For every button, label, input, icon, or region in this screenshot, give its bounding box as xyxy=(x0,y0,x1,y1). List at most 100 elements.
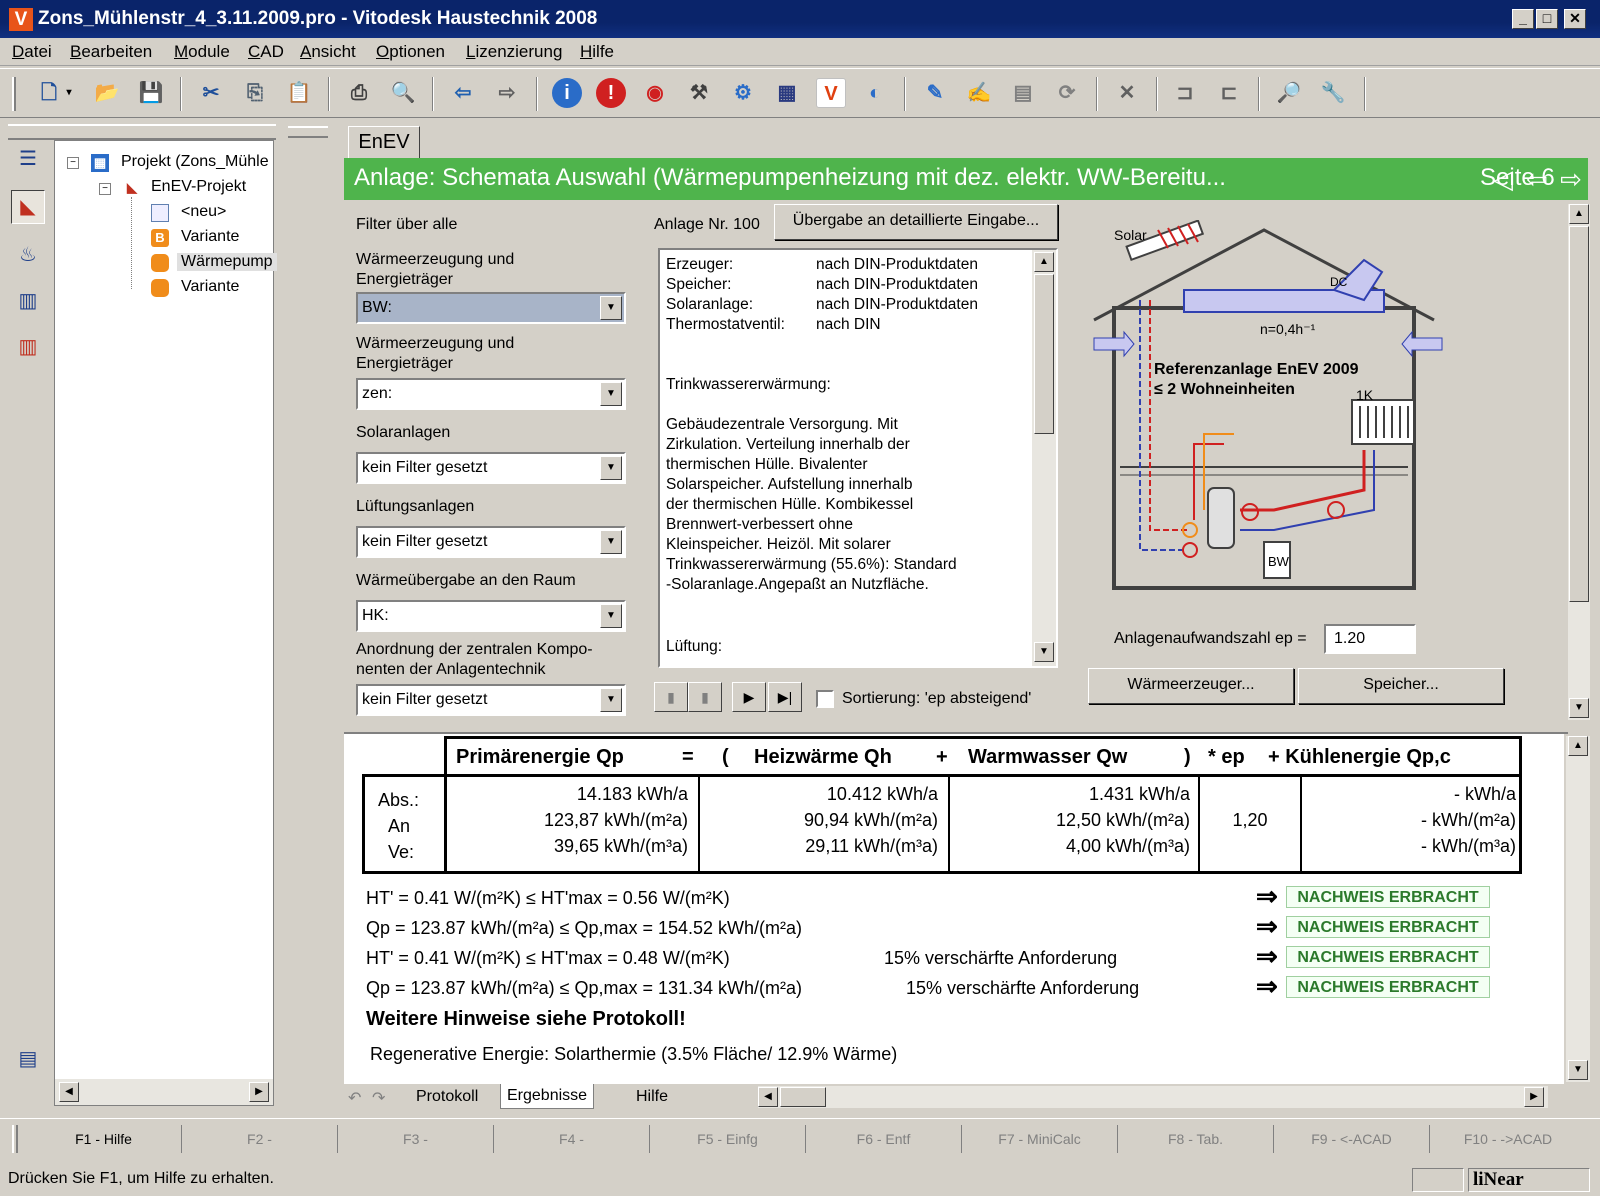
scroll-right-icon[interactable]: ▶ xyxy=(249,1082,269,1102)
layout-icon[interactable]: ⊐ xyxy=(1170,78,1200,108)
tree-item-waermepump[interactable]: Wärmepump xyxy=(177,253,277,271)
maximize-button[interactable]: □ xyxy=(1536,9,1558,29)
tree-item-variante-1[interactable]: Variante xyxy=(181,228,239,246)
speicher-button[interactable]: Speicher... xyxy=(1298,668,1504,704)
menu-bearbeiten[interactable]: Bearbeiten xyxy=(70,42,152,62)
import-icon[interactable]: ⇦ xyxy=(448,78,478,108)
fkey-f8[interactable]: F8 - Tab. xyxy=(1118,1125,1274,1153)
filter-combo-uebergabe[interactable]: HK: ▼ xyxy=(356,600,626,632)
wrench-icon[interactable]: 🔧 xyxy=(1318,78,1348,108)
tools-icon[interactable]: ⚒ xyxy=(684,78,714,108)
info-icon[interactable]: i xyxy=(552,78,582,108)
prev-page-icon[interactable]: ⇦ xyxy=(1522,164,1552,194)
fkey-f2[interactable]: F2 - xyxy=(182,1125,338,1153)
first-page-icon[interactable]: ◁ xyxy=(1488,164,1518,194)
undo-icon[interactable]: ↶ xyxy=(348,1088,361,1108)
scroll-up-icon[interactable]: ▲ xyxy=(1569,204,1589,224)
pane-splitter[interactable] xyxy=(284,124,336,1110)
chevron-down-icon[interactable]: ▼ xyxy=(600,296,622,320)
ep-value-field[interactable]: 1.20 xyxy=(1324,624,1416,654)
filter-combo-lueftung[interactable]: kein Filter gesetzt ▼ xyxy=(356,526,626,558)
project-tree[interactable]: − ▦ Projekt (Zons_Mühle − ◣ EnEV-Projekt… xyxy=(54,140,277,1106)
layout-alt-icon[interactable]: ⊏ xyxy=(1214,78,1244,108)
chevron-down-icon[interactable]: ▼ xyxy=(600,604,622,628)
filter-combo-2[interactable]: zen: ▼ xyxy=(356,378,626,410)
waermeerzeuger-button[interactable]: Wärmeerzeuger... xyxy=(1088,668,1294,704)
radiator-red-icon[interactable]: ▥ xyxy=(11,330,45,364)
scroll-right-icon[interactable]: ▶ xyxy=(1524,1087,1544,1107)
scroll-up-icon[interactable]: ▲ xyxy=(1568,736,1588,756)
tab-enev[interactable]: EnEV xyxy=(348,126,420,158)
info-v-scrollbar[interactable]: ▲ ▼ xyxy=(1032,250,1056,666)
nav-next-button[interactable]: ▶ xyxy=(732,682,766,712)
fkey-f1[interactable]: F1 - Hilfe xyxy=(26,1125,182,1153)
save-icon[interactable]: 💾 xyxy=(136,78,166,108)
tree-item-neu[interactable]: <neu> xyxy=(181,203,226,221)
lower-v-scrollbar[interactable]: ▲ ▼ xyxy=(1566,736,1590,1082)
menu-optionen[interactable]: Optionen xyxy=(376,42,445,62)
tree-enev-label[interactable]: EnEV-Projekt xyxy=(151,178,246,196)
edit-note-icon[interactable]: ✍ xyxy=(964,78,994,108)
scroll-up-icon[interactable]: ▲ xyxy=(1034,252,1054,272)
scroll-down-icon[interactable]: ▼ xyxy=(1569,698,1589,718)
globe-icon[interactable]: ◐ xyxy=(860,78,890,108)
print-preview-icon[interactable]: 🔍 xyxy=(388,78,418,108)
filter-combo-1[interactable]: BW: ▼ xyxy=(356,292,626,324)
menu-module[interactable]: Module xyxy=(174,42,230,62)
new-dropdown-icon[interactable]: ▾ xyxy=(62,78,76,108)
title-bar[interactable]: V Zons_Mühlenstr_4_3.11.2009.pro - Vitod… xyxy=(0,0,1600,38)
list-view-icon[interactable]: ☰ xyxy=(11,142,45,176)
bottom-h-scrollbar[interactable]: ◀ ▶ xyxy=(758,1086,1548,1108)
table-icon[interactable]: ▦ xyxy=(772,78,802,108)
menu-hilfe[interactable]: Hilfe xyxy=(580,42,614,62)
menu-datei[interactable]: Datei xyxy=(12,42,52,62)
vitodesk-logo-icon[interactable]: V xyxy=(816,78,846,108)
collapse-root-icon[interactable]: − xyxy=(67,157,79,169)
cut-icon[interactable]: ✂ xyxy=(196,78,226,108)
edit-pen-icon[interactable]: ✎ xyxy=(920,78,950,108)
fkey-f4[interactable]: F4 - xyxy=(494,1125,650,1153)
collapse-enev-icon[interactable]: − xyxy=(99,183,111,195)
scroll-left-icon[interactable]: ◀ xyxy=(59,1082,79,1102)
scroll-down-icon[interactable]: ▼ xyxy=(1568,1060,1588,1080)
sort-checkbox[interactable] xyxy=(816,690,834,708)
tree-item-variante-2[interactable]: Variante xyxy=(181,278,239,296)
menu-ansicht[interactable]: Ansicht xyxy=(300,42,356,62)
new-file-icon[interactable]: 🗋 xyxy=(34,78,64,108)
settings-gear-icon[interactable]: ⚙ xyxy=(728,78,758,108)
anlage-description[interactable]: Erzeuger: nach DIN-Produktdaten Speicher:… xyxy=(658,248,1058,668)
fkey-f7[interactable]: F7 - MiniCalc xyxy=(962,1125,1118,1153)
refresh-icon[interactable]: ⟳ xyxy=(1052,78,1082,108)
nav-prev-button[interactable]: ▮ xyxy=(688,682,722,712)
fkey-f5[interactable]: F5 - Einfg xyxy=(650,1125,806,1153)
open-folder-icon[interactable]: 📂 xyxy=(92,78,122,108)
app-icon[interactable]: V xyxy=(9,8,33,31)
fkey-f9[interactable]: F9 - <-ACAD xyxy=(1274,1125,1430,1153)
minimize-button[interactable]: _ xyxy=(1512,9,1534,29)
fkey-f3[interactable]: F3 - xyxy=(338,1125,494,1153)
radiator-icon[interactable]: ▥ xyxy=(11,284,45,318)
chevron-down-icon[interactable]: ▼ xyxy=(600,530,622,554)
tree-root-label[interactable]: Projekt (Zons_Mühle xyxy=(121,153,269,171)
heating-icon[interactable]: ♨ xyxy=(11,238,45,272)
scroll-left-icon[interactable]: ◀ xyxy=(758,1087,778,1107)
tree-h-scrollbar[interactable]: ◀ ▶ xyxy=(55,1079,273,1105)
menu-cad[interactable]: CAD xyxy=(248,42,284,62)
tab-protokoll[interactable]: Protokoll xyxy=(416,1088,478,1106)
fkey-f10[interactable]: F10 - ->ACAD xyxy=(1430,1125,1586,1153)
tab-hilfe[interactable]: Hilfe xyxy=(636,1088,668,1106)
tab-ergebnisse[interactable]: Ergebnisse xyxy=(500,1084,595,1109)
scroll-down-icon[interactable]: ▼ xyxy=(1034,642,1054,662)
filter-combo-solar[interactable]: kein Filter gesetzt ▼ xyxy=(356,452,626,484)
redo-icon[interactable]: ↷ xyxy=(372,1088,385,1108)
chevron-down-icon[interactable]: ▼ xyxy=(600,688,622,712)
alerts-icon[interactable]: ◉ xyxy=(640,78,670,108)
nav-first-button[interactable]: ▮ xyxy=(654,682,688,712)
paste-icon[interactable]: 📋 xyxy=(284,78,314,108)
nav-last-button[interactable]: ▶| xyxy=(768,682,802,712)
filter-combo-anordnung[interactable]: kein Filter gesetzt ▼ xyxy=(356,684,626,716)
chevron-down-icon[interactable]: ▼ xyxy=(600,382,622,406)
document-icon[interactable]: ▤ xyxy=(11,1042,45,1076)
delete-icon[interactable]: ✕ xyxy=(1112,78,1142,108)
export-icon[interactable]: ⇨ xyxy=(492,78,522,108)
